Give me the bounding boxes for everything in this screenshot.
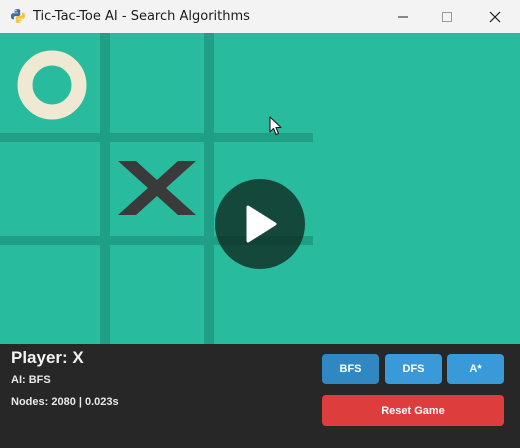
minimize-icon	[398, 16, 408, 17]
maximize-icon	[442, 11, 452, 22]
nodes-stats-label: Nodes: 2080 | 0.023s	[11, 396, 119, 408]
close-button[interactable]	[472, 0, 518, 33]
maximize-button[interactable]	[424, 0, 470, 33]
play-icon	[246, 205, 277, 243]
play-button[interactable]	[215, 179, 305, 269]
o-mark[interactable]	[17, 50, 87, 120]
grid-line-vertical-1	[100, 33, 110, 344]
x-mark[interactable]	[118, 161, 196, 215]
grid-line-vertical-2	[204, 33, 214, 344]
minimize-button[interactable]	[380, 0, 426, 33]
window-title: Tic-Tac-Toe AI - Search Algorithms	[33, 9, 250, 24]
mouse-cursor-icon	[269, 116, 282, 136]
ai-algorithm-label: AI: BFS	[11, 374, 51, 386]
control-panel: Player: X AI: BFS Nodes: 2080 | 0.023s B…	[0, 344, 520, 448]
reset-game-button[interactable]: Reset Game	[322, 395, 504, 426]
bfs-button[interactable]: BFS	[322, 354, 379, 384]
game-window: Tic-Tac-Toe AI - Search Algorithms Playe…	[0, 0, 520, 448]
close-icon	[489, 11, 501, 22]
python-icon	[11, 9, 25, 23]
current-player-label: Player: X	[11, 348, 84, 367]
dfs-button[interactable]: DFS	[385, 354, 442, 384]
title-bar[interactable]: Tic-Tac-Toe AI - Search Algorithms	[0, 0, 520, 33]
astar-button[interactable]: A*	[447, 354, 504, 384]
grid-line-horizontal-1	[0, 133, 313, 142]
